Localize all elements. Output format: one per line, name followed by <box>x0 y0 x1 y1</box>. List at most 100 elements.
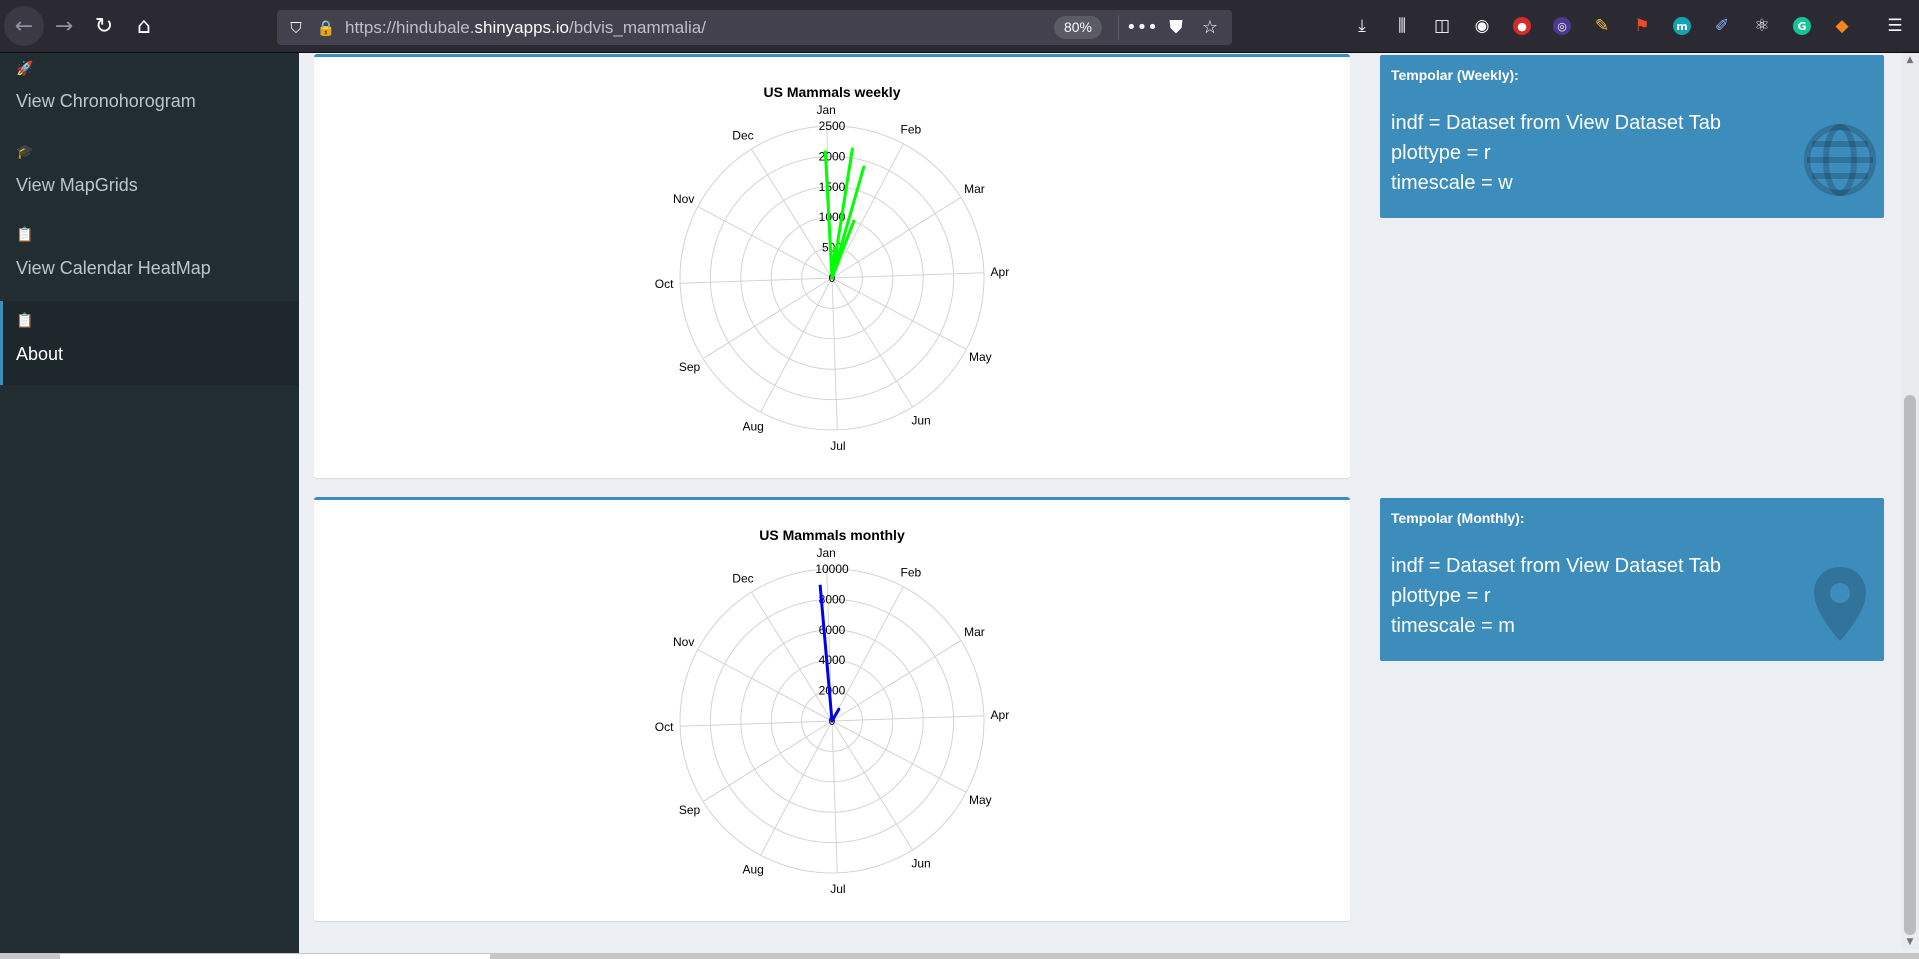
sidebar-icon[interactable]: ◫ <box>1428 12 1456 40</box>
angular-tick-label: Jun <box>911 413 930 427</box>
more-icon[interactable]: ••• <box>1126 14 1158 42</box>
grid-spoke <box>831 277 838 430</box>
sidebar-item-calendar-heatmap[interactable]: 📋 View Calendar HeatMap <box>0 221 299 291</box>
info-box-title: Tempolar (Monthly): <box>1391 510 1525 526</box>
back-icon[interactable]: ← <box>4 6 44 46</box>
extension-picker-icon[interactable]: ✐ <box>1708 12 1736 40</box>
sidebar-item-label: About <box>16 344 64 364</box>
shield-icon[interactable]: ⛉ <box>285 19 307 37</box>
grid-spoke <box>831 640 962 722</box>
grid-spoke <box>831 720 838 873</box>
grid-spoke <box>831 720 913 851</box>
library-icon[interactable]: ⫼ <box>1388 12 1416 40</box>
angular-tick-label: Aug <box>742 419 763 433</box>
angular-tick-label: Mar <box>964 625 985 639</box>
grid-spoke <box>680 720 833 727</box>
extension-reader-icon[interactable]: ◎ <box>1548 12 1576 40</box>
grid-spoke <box>831 277 967 350</box>
scrollbar-thumb[interactable] <box>60 954 490 959</box>
chart-box-monthly: US Mammals monthly Jan Feb Mar Apr May Jun Jul A… <box>314 497 1350 921</box>
sidebar-item-label: View MapGrids <box>16 175 138 195</box>
angular-tick-label: Apr <box>991 265 1010 279</box>
forward-icon[interactable]: → <box>44 6 84 46</box>
extension-grammarly-icon[interactable]: G <box>1788 12 1816 40</box>
sidebar-item-label: View Calendar HeatMap <box>16 258 211 278</box>
grid-spoke <box>680 277 833 284</box>
angular-tick-label: Jul <box>830 439 845 453</box>
angular-tick-label: Nov <box>673 635 694 649</box>
download-icon[interactable]: ⤓ <box>1348 12 1376 40</box>
grid-spoke <box>760 720 833 856</box>
horizontal-scrollbar[interactable] <box>0 953 1919 959</box>
angular-tick-label: Sep <box>679 803 701 817</box>
home-icon[interactable]: ⌂ <box>124 6 164 46</box>
chart-box-weekly: US Mammals weekly Jan Feb Mar Apr May Jun Jul Au… <box>314 54 1350 478</box>
grid-spoke <box>831 272 984 279</box>
sidebar-item-about[interactable]: 📋 About <box>0 301 299 385</box>
globe-icon <box>1804 124 1876 196</box>
grid-spoke <box>702 277 833 359</box>
angular-tick-label: Oct <box>655 720 674 734</box>
grid-spoke <box>831 720 967 793</box>
lock-icon[interactable]: 🔒 <box>315 19 337 37</box>
scrollbar-thumb[interactable] <box>1904 395 1916 935</box>
star-icon[interactable]: ☆ <box>1196 14 1224 42</box>
url-text[interactable]: https://hindubale.shinyapps.io/bdvis_mam… <box>345 18 706 38</box>
radial-tick-label: 1500 <box>819 180 846 194</box>
url-bar[interactable]: ⛉ 🔒 https://hindubale.shinyapps.io/bdvis… <box>277 10 1232 45</box>
angular-tick-label: May <box>969 350 992 364</box>
sidebar: 🚀 View Chronohorogram 🎓 View MapGrids 📋 … <box>0 53 299 959</box>
angular-tick-label: Feb <box>901 566 922 580</box>
extension-flag-icon[interactable]: ⚑ <box>1628 12 1656 40</box>
chart-title: US Mammals weekly <box>764 84 901 100</box>
extension-m-icon[interactable]: m <box>1668 12 1696 40</box>
scroll-up-icon[interactable]: ▲ <box>1904 55 1916 67</box>
info-box-monthly: Tempolar (Monthly): indf = Dataset from … <box>1380 498 1884 661</box>
info-box-line: timescale = w <box>1391 172 1513 194</box>
angular-tick-label: Jun <box>911 856 930 870</box>
info-box-title: Tempolar (Weekly): <box>1391 67 1519 83</box>
angular-tick-label: Sep <box>679 360 701 374</box>
angular-tick-label: Mar <box>964 182 985 196</box>
reload-icon[interactable]: ↻ <box>84 6 124 46</box>
grid-spoke <box>831 715 984 722</box>
angular-tick-label: May <box>969 793 992 807</box>
radial-tick-label: 2500 <box>819 119 846 133</box>
url-divider <box>1118 15 1119 40</box>
info-box-line: plottype = r <box>1391 585 1491 607</box>
radial-tick-label: 2000 <box>819 149 846 163</box>
grid-spoke <box>697 649 833 722</box>
angular-tick-label: Jan <box>816 103 835 117</box>
info-box-line: indf = Dataset from View Dataset Tab <box>1391 555 1721 577</box>
extension-metamask-icon[interactable]: ◆ <box>1828 12 1856 40</box>
account-icon[interactable]: ◉ <box>1468 12 1496 40</box>
angular-tick-label: Oct <box>655 277 674 291</box>
polar-chart-weekly: US Mammals weekly Jan Feb Mar Apr May Jun Jul Au… <box>655 84 1010 453</box>
clipboard-icon: 📋 <box>16 227 34 243</box>
extension-lastpass-icon[interactable]: ● <box>1508 12 1536 40</box>
zoom-indicator[interactable]: 80% <box>1053 16 1102 39</box>
angular-tick-label: Apr <box>991 708 1010 722</box>
grid-spoke <box>831 277 913 408</box>
map-marker-icon <box>1814 567 1866 641</box>
angular-tick-label: Aug <box>742 862 763 876</box>
extension-react-icon[interactable]: ⚛ <box>1748 12 1776 40</box>
angular-tick-label: Dec <box>732 572 753 586</box>
angular-tick-label: Jul <box>830 882 845 896</box>
radial-tick-label: 10000 <box>815 562 849 576</box>
radial-tick-label: 2000 <box>819 684 846 698</box>
angular-tick-label: Nov <box>673 192 694 206</box>
angular-tick-label: Dec <box>732 129 753 143</box>
info-box-line: indf = Dataset from View Dataset Tab <box>1391 112 1721 134</box>
menu-icon[interactable]: ☰ <box>1881 12 1909 40</box>
chart-title: US Mammals monthly <box>759 527 905 543</box>
sidebar-item-mapgrids[interactable]: 🎓 View MapGrids <box>0 138 299 208</box>
extension-paint-icon[interactable]: ✎ <box>1588 12 1616 40</box>
info-box-weekly: Tempolar (Weekly): indf = Dataset from V… <box>1380 55 1884 218</box>
scroll-down-icon[interactable]: ▼ <box>1904 937 1916 949</box>
angular-tick-label: Feb <box>901 123 922 137</box>
pocket-icon[interactable]: ⛊ <box>1162 14 1190 42</box>
rocket-icon: 🚀 <box>16 61 34 77</box>
graduation-cap-icon: 🎓 <box>16 144 34 160</box>
sidebar-item-chronohorogram[interactable]: 🚀 View Chronohorogram <box>0 53 299 123</box>
